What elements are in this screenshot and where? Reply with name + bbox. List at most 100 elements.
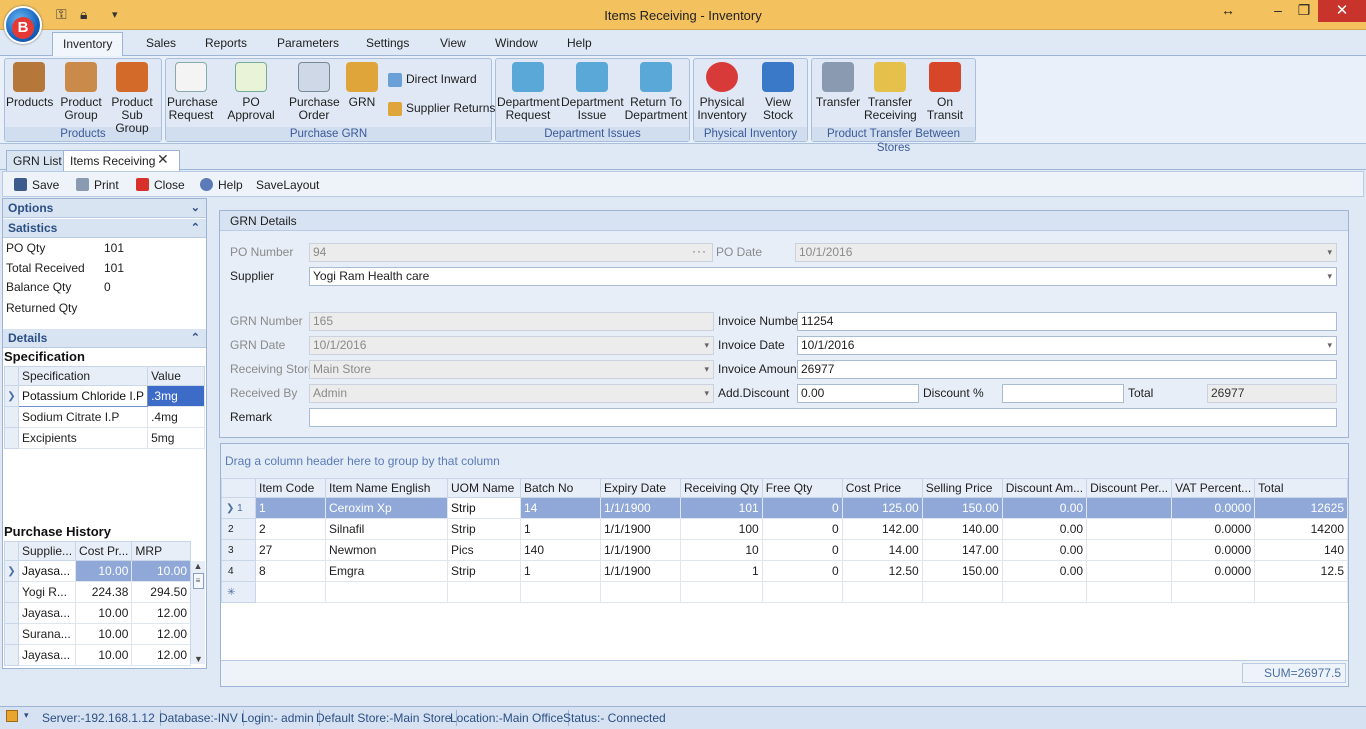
table-row[interactable]: Jayasa... 10.00 12.00 — [4, 602, 191, 624]
window-close-button[interactable]: ✕ — [1318, 0, 1366, 22]
group-by-hint[interactable]: Drag a column header here to group by th… — [221, 444, 1348, 478]
scroll-up-icon[interactable]: ▲ — [191, 561, 205, 571]
uom-cell[interactable]: Strip — [447, 518, 521, 540]
column-header[interactable]: VAT Percent... — [1171, 478, 1256, 498]
empty-cell[interactable] — [921, 581, 1003, 603]
empty-cell[interactable] — [1001, 581, 1088, 603]
item-name-cell[interactable]: Silnafil — [325, 518, 448, 540]
free-qty-cell[interactable]: 0 — [761, 560, 843, 582]
statistics-header[interactable]: Satistics ⌃ — [3, 219, 206, 238]
batch-cell[interactable]: 140 — [520, 539, 601, 561]
save-layout-button[interactable]: SaveLayout — [256, 177, 319, 193]
app-orb-icon[interactable]: B — [4, 6, 42, 44]
print-button[interactable]: Print — [76, 177, 119, 193]
vat-cell[interactable]: 0.0000 — [1171, 560, 1256, 582]
supplier-cell[interactable]: Surana... — [17, 623, 77, 645]
chevron-down-icon[interactable]: ▾ — [1327, 268, 1332, 285]
on-transit-button[interactable]: On Transit — [918, 62, 972, 122]
column-header[interactable]: UOM Name — [447, 478, 521, 498]
add-discount-input[interactable]: 0.00 — [797, 384, 919, 403]
new-item-row[interactable]: ✳ — [221, 581, 1348, 603]
discount-per-cell[interactable] — [1086, 539, 1173, 561]
tab-help[interactable]: Help — [557, 32, 602, 56]
item-code-cell[interactable]: 8 — [255, 560, 326, 582]
discount-amt-cell[interactable]: 0.00 — [1001, 518, 1088, 540]
grn-button[interactable]: GRN — [344, 62, 380, 109]
item-name-cell[interactable]: Newmon — [325, 539, 448, 561]
empty-cell[interactable] — [680, 581, 763, 603]
supplier-cell[interactable]: Jayasa... — [17, 560, 77, 582]
empty-cell[interactable] — [1254, 581, 1348, 603]
transfer-receiving-button[interactable]: Transfer Receiving — [864, 62, 917, 122]
cost-cell[interactable]: 10.00 — [75, 623, 133, 645]
qty-cell[interactable]: 101 — [680, 497, 763, 519]
physical-inventory-button[interactable]: Physical Inventory — [695, 62, 749, 122]
scroll-thumb[interactable]: ≡ — [192, 573, 204, 589]
column-header[interactable]: Total — [1254, 478, 1348, 498]
value-cell[interactable]: 5mg — [147, 427, 205, 449]
cost-cell[interactable]: 12.50 — [841, 560, 923, 582]
tab-inventory[interactable]: Inventory — [52, 32, 124, 57]
table-row[interactable]: ❯ Potassium Chloride I.P .3mg — [4, 385, 205, 407]
cost-cell[interactable]: 224.38 — [75, 581, 133, 603]
discount-pct-input[interactable] — [1002, 384, 1124, 403]
value-cell[interactable]: .3mg — [147, 385, 205, 407]
item-name-cell[interactable]: Emgra — [325, 560, 448, 582]
cost-cell[interactable]: 142.00 — [841, 518, 923, 540]
close-tab-icon[interactable]: ✕ — [157, 151, 169, 168]
mrp-cell[interactable]: 12.00 — [131, 602, 191, 624]
supplier-returns-button[interactable]: Supplier Returns — [388, 99, 495, 117]
purchase-request-button[interactable]: Purchase Request — [167, 62, 218, 122]
table-row[interactable]: Sodium Citrate I.P .4mg — [4, 406, 205, 428]
table-row[interactable]: Surana... 10.00 12.00 — [4, 623, 191, 645]
expiry-cell[interactable]: 1/1/1900 — [600, 497, 681, 519]
expiry-cell[interactable]: 1/1/1900 — [600, 560, 681, 582]
empty-cell[interactable] — [600, 581, 681, 603]
column-header[interactable]: Cost Price — [841, 478, 923, 498]
column-header[interactable]: Receiving Qty — [680, 478, 763, 498]
cost-cell[interactable]: 125.00 — [841, 497, 923, 519]
column-header[interactable]: Selling Price — [921, 478, 1003, 498]
purchase-order-button[interactable]: Purchase Order — [289, 62, 340, 122]
column-header[interactable]: Cost Pr... — [75, 541, 133, 561]
free-qty-cell[interactable]: 0 — [761, 539, 843, 561]
selling-cell[interactable]: 150.00 — [921, 497, 1003, 519]
empty-cell[interactable] — [1171, 581, 1256, 603]
return-to-department-button[interactable]: Return To Department — [624, 62, 688, 122]
column-header[interactable]: Free Qty — [761, 478, 843, 498]
view-stock-button[interactable]: View Stock — [750, 62, 806, 122]
qty-cell[interactable]: 1 — [680, 560, 763, 582]
empty-cell[interactable] — [841, 581, 923, 603]
product-sub-group-button[interactable]: Product Sub Group — [104, 62, 160, 135]
table-row[interactable]: 3 27 Newmon Pics 140 1/1/1900 10 0 14.00… — [221, 539, 1348, 561]
table-row[interactable]: ❯ Jayasa... 10.00 10.00 — [4, 560, 191, 582]
invoice-date-picker[interactable]: 10/1/2016 ▾ — [797, 336, 1337, 355]
minimize-icon[interactable]: – — [1268, 2, 1288, 22]
empty-cell[interactable] — [447, 581, 521, 603]
department-issue-button[interactable]: Department Issue — [561, 62, 624, 122]
spec-cell[interactable]: Sodium Citrate I.P — [17, 406, 149, 428]
total-cell[interactable]: 14200 — [1254, 518, 1348, 540]
history-scrollbar[interactable]: ▲ ≡ ▼ — [190, 561, 205, 664]
column-header[interactable]: Value — [147, 366, 205, 386]
resize-icon[interactable]: ↔ — [1218, 2, 1238, 22]
tab-grn-list[interactable]: GRN List — [6, 150, 69, 171]
item-code-cell[interactable]: 27 — [255, 539, 326, 561]
empty-cell[interactable] — [1086, 581, 1173, 603]
close-button[interactable]: Close — [136, 177, 185, 193]
item-code-cell[interactable]: 1 — [255, 497, 326, 519]
column-header[interactable]: Discount Per... — [1086, 478, 1173, 498]
expiry-cell[interactable]: 1/1/1900 — [600, 518, 681, 540]
table-row[interactable]: Yogi R... 224.38 294.50 — [4, 581, 191, 603]
direct-inward-button[interactable]: Direct Inward — [388, 70, 477, 88]
remark-input[interactable] — [309, 408, 1337, 427]
table-row[interactable]: Jayasa... 10.00 12.00 — [4, 644, 191, 666]
invoice-number-input[interactable]: 11254 — [797, 312, 1337, 331]
scroll-down-icon[interactable]: ▼ — [191, 654, 206, 664]
tab-window[interactable]: Window — [485, 32, 548, 56]
empty-cell[interactable] — [520, 581, 601, 603]
discount-amt-cell[interactable]: 0.00 — [1001, 560, 1088, 582]
tab-parameters[interactable]: Parameters — [267, 32, 349, 56]
spec-cell[interactable]: Potassium Chloride I.P — [17, 385, 149, 407]
supplier-select[interactable]: Yogi Ram Health care ▾ — [309, 267, 1337, 286]
